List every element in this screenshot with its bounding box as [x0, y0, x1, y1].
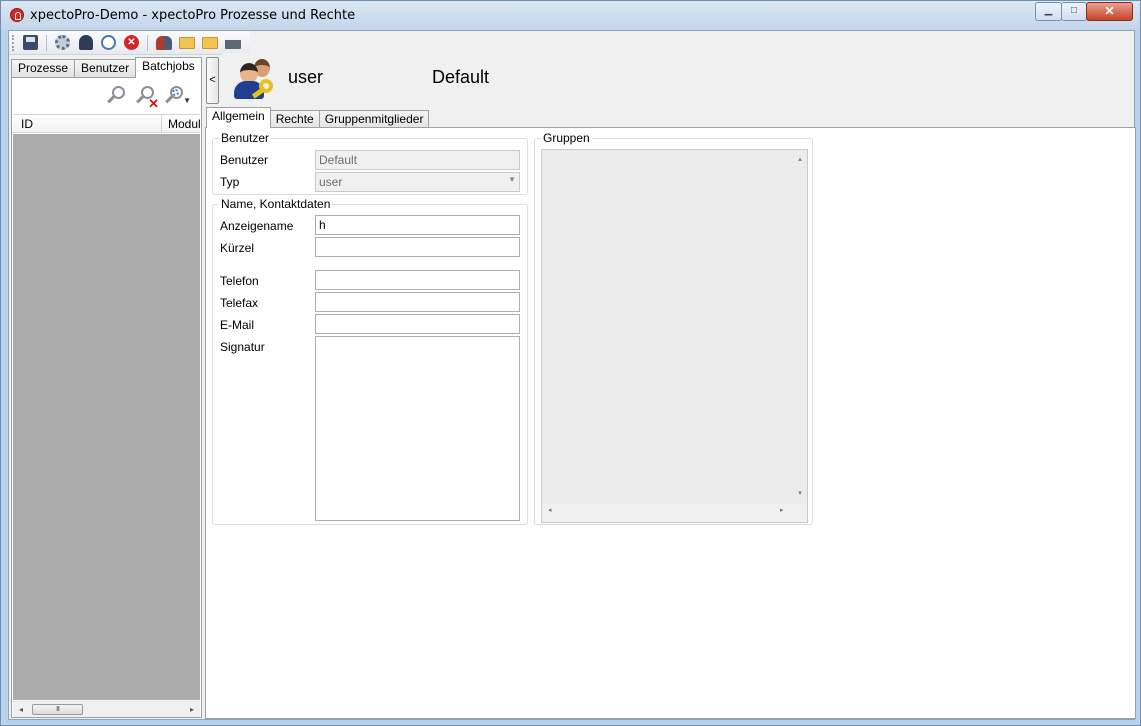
tab-rechte[interactable]: Rechte	[269, 110, 320, 128]
email-field[interactable]	[315, 314, 520, 334]
clear-search-button[interactable]: ✕	[135, 86, 159, 110]
tab-allgemein[interactable]: Allgemein	[206, 107, 271, 128]
grid-header: ID Modul	[13, 114, 201, 133]
clock-button[interactable]	[98, 33, 119, 53]
benutzer-groupbox: Benutzer Benutzer Default Typ user ▼	[212, 131, 528, 195]
search-handle	[136, 95, 144, 104]
telefax-field[interactable]	[315, 292, 520, 312]
search-handle	[165, 95, 173, 104]
toolbar-separator	[46, 34, 47, 51]
column-separator[interactable]	[161, 115, 162, 133]
toolbar-grip[interactable]	[12, 34, 15, 51]
kuerzel-field[interactable]	[315, 237, 520, 257]
folder-button[interactable]	[199, 33, 220, 53]
header-entity-type: user	[288, 67, 324, 87]
scroll-down-icon[interactable]: ▾	[793, 487, 807, 501]
folder-open-icon	[178, 36, 195, 49]
signatur-textarea[interactable]	[315, 336, 520, 521]
tab-batchjobs[interactable]: Batchjobs	[135, 57, 202, 78]
email-label: E-Mail	[220, 318, 255, 332]
users-button[interactable]	[153, 33, 174, 53]
user-button[interactable]	[75, 33, 96, 53]
typ-label: Typ	[220, 175, 240, 189]
telefon-label: Telefon	[220, 274, 259, 288]
save-icon	[23, 35, 38, 50]
scrollbar-corner	[792, 504, 807, 522]
delete-x-icon: ✕	[148, 96, 159, 111]
kontakt-groupbox: Name, Kontaktdaten Anzeigename h Kürzel …	[212, 197, 528, 525]
grid-body[interactable]	[13, 134, 200, 700]
header-entity-name: Default	[432, 67, 490, 87]
typ-value: user	[319, 175, 343, 189]
print-icon	[224, 36, 241, 49]
users-icon	[155, 35, 172, 50]
anzeigename-label: Anzeigename	[220, 219, 294, 233]
benutzer-group-title: Benutzer	[219, 131, 272, 145]
scroll-thumb[interactable]: III	[32, 704, 83, 715]
column-header-id[interactable]: ID	[21, 117, 33, 131]
stop-button[interactable]: ✕	[121, 33, 142, 53]
tab-gruppenmitglieder[interactable]: Gruppenmitglieder	[318, 110, 430, 128]
application-window: xpectoPro-Demo - xpectoPro Prozesse und …	[0, 0, 1141, 726]
clock-icon	[101, 35, 116, 50]
window-title: xpectoPro-Demo - xpectoPro Prozesse und …	[30, 8, 356, 23]
gruppen-list[interactable]: ▴ ▾ ◂ ▸	[541, 149, 808, 523]
scroll-right-icon[interactable]: ▸	[184, 702, 200, 717]
close-button[interactable]: ✕	[1086, 2, 1133, 21]
open-folder-button[interactable]	[176, 33, 197, 53]
save-button[interactable]	[20, 33, 41, 53]
search-options-button[interactable]: ▼	[164, 86, 191, 106]
column-header-modul[interactable]: Modul	[168, 117, 201, 131]
minimize-button[interactable]: ▁	[1035, 2, 1062, 21]
user-icon	[78, 35, 93, 50]
benutzer-label: Benutzer	[220, 153, 269, 167]
left-tab-strip: Prozesse Benutzer Batchjobs	[11, 57, 202, 78]
tab-benutzer[interactable]: Benutzer	[74, 59, 137, 77]
settings-button[interactable]	[52, 33, 73, 53]
chevron-down-icon[interactable]: ▼	[183, 96, 191, 105]
tab-prozesse[interactable]: Prozesse	[11, 59, 76, 77]
avatar-head-front	[240, 63, 258, 83]
kontakt-group-title: Name, Kontaktdaten	[219, 197, 333, 211]
detail-tab-strip: Allgemein Rechte Gruppenmitglieder	[206, 107, 430, 128]
batchjobs-panel: ✕ ▼ ID Modul ◂ III ▸	[11, 77, 202, 718]
toolbar-separator	[147, 34, 148, 51]
signatur-label: Signatur	[220, 340, 265, 354]
user-key-icon	[232, 57, 284, 103]
benutzer-field[interactable]: Default	[315, 150, 520, 170]
search-handle	[107, 95, 115, 104]
collapse-panel-button[interactable]: <	[206, 57, 219, 104]
left-panel-toolbar: ✕ ▼	[12, 78, 201, 110]
client-area: ✕ Prozesse Benutzer Batchjobs ✕ ▼ ID Mod…	[8, 30, 1136, 720]
anzeigename-field[interactable]: h	[315, 215, 520, 235]
telefax-label: Telefax	[220, 296, 259, 310]
allgemein-panel: Benutzer Benutzer Default Typ user ▼ Nam…	[205, 127, 1136, 719]
gruppen-groupbox: Gruppen ▴ ▾ ◂ ▸	[534, 131, 813, 525]
main-toolbar: ✕	[9, 31, 250, 55]
folder-icon	[201, 36, 218, 49]
typ-select[interactable]: user ▼	[315, 172, 520, 192]
maximize-button[interactable]: □	[1061, 2, 1087, 21]
telefon-field[interactable]	[315, 270, 520, 290]
kuerzel-label: Kürzel	[220, 241, 255, 255]
scroll-right-icon[interactable]: ▸	[780, 506, 784, 514]
app-logo-icon[interactable]	[10, 8, 24, 22]
scroll-up-icon[interactable]: ▴	[793, 153, 807, 167]
print-button[interactable]	[222, 33, 243, 53]
detail-header: user Default	[222, 53, 1134, 105]
chevron-down-icon[interactable]: ▼	[508, 175, 516, 184]
stop-icon: ✕	[124, 35, 139, 50]
scroll-left-icon[interactable]: ◂	[548, 506, 552, 514]
title-bar[interactable]: xpectoPro-Demo - xpectoPro Prozesse und …	[1, 1, 1140, 30]
scroll-left-icon[interactable]: ◂	[13, 702, 29, 717]
gruppen-group-title: Gruppen	[541, 131, 592, 145]
horizontal-scrollbar[interactable]: ◂ III ▸	[13, 701, 200, 717]
key-icon	[259, 79, 273, 93]
search-button[interactable]	[106, 86, 126, 106]
gear-icon	[172, 89, 179, 96]
settings-icon	[55, 35, 70, 50]
gruppen-horizontal-scrollbar[interactable]: ◂ ▸	[542, 504, 807, 522]
